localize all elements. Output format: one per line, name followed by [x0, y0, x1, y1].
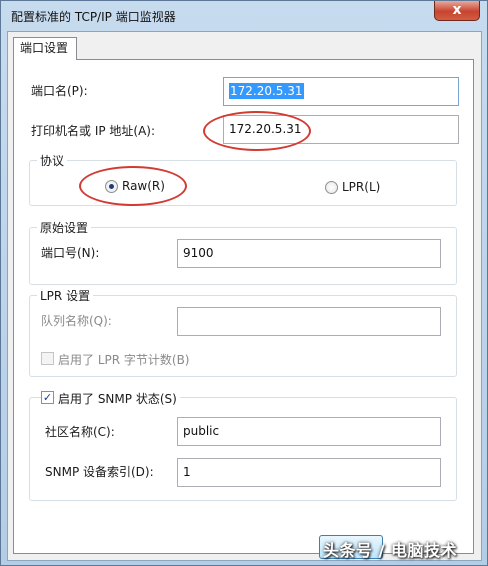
lpr-radio[interactable] — [325, 181, 338, 194]
protocol-group — [29, 160, 457, 206]
raw-radio[interactable] — [105, 180, 118, 193]
community-name-value: public — [183, 424, 220, 438]
raw-settings-group-title: 原始设置 — [37, 219, 92, 236]
port-number-value: 9100 — [183, 246, 214, 260]
queue-name-input[interactable] — [177, 307, 441, 336]
snmp-device-index-label: SNMP 设备索引(D): — [45, 465, 154, 479]
printer-address-label: 打印机名或 IP 地址(A): — [31, 124, 156, 138]
printer-address-input[interactable]: 172.20.5.31 — [223, 115, 459, 144]
port-number-label: 端口号(N): — [41, 246, 100, 260]
lpr-byte-counting-checkbox[interactable] — [41, 352, 54, 365]
raw-radio-label[interactable]: Raw(R) — [122, 179, 165, 193]
lpr-settings-group-title: LPR 设置 — [37, 287, 94, 304]
community-name-input[interactable]: public — [177, 417, 441, 446]
printer-address-value: 172.20.5.31 — [229, 122, 302, 136]
snmp-enabled-checkbox[interactable]: ✓ — [41, 391, 54, 404]
title-bar[interactable]: 配置标准的 TCP/IP 端口监视器 x — [1, 1, 487, 31]
close-button[interactable]: x — [434, 1, 480, 21]
snmp-device-index-input[interactable]: 1 — [177, 458, 441, 487]
port-name-value: 172.20.5.31 — [229, 83, 304, 99]
close-icon: x — [452, 2, 462, 18]
port-name-input[interactable]: 172.20.5.31 — [223, 77, 459, 106]
tab-port-settings[interactable]: 端口设置 — [13, 37, 77, 60]
queue-name-label: 队列名称(Q): — [41, 314, 112, 328]
window-title: 配置标准的 TCP/IP 端口监视器 — [11, 10, 176, 24]
snmp-enabled-label[interactable]: 启用了 SNMP 状态(S) — [55, 390, 180, 407]
lpr-radio-label[interactable]: LPR(L) — [342, 180, 380, 194]
port-number-input[interactable]: 9100 — [177, 239, 441, 268]
community-name-label: 社区名称(C): — [45, 425, 115, 439]
snmp-device-index-value: 1 — [183, 465, 191, 479]
protocol-group-title: 协议 — [37, 152, 68, 169]
watermark-text: 头条号 / 电脑技术 — [323, 541, 457, 560]
port-name-label: 端口名(P): — [31, 84, 88, 98]
lpr-byte-counting-label: 启用了 LPR 字节计数(B) — [58, 353, 190, 367]
dialog-window: 配置标准的 TCP/IP 端口监视器 x 端口设置 端口名(P): 172.20… — [0, 0, 488, 566]
